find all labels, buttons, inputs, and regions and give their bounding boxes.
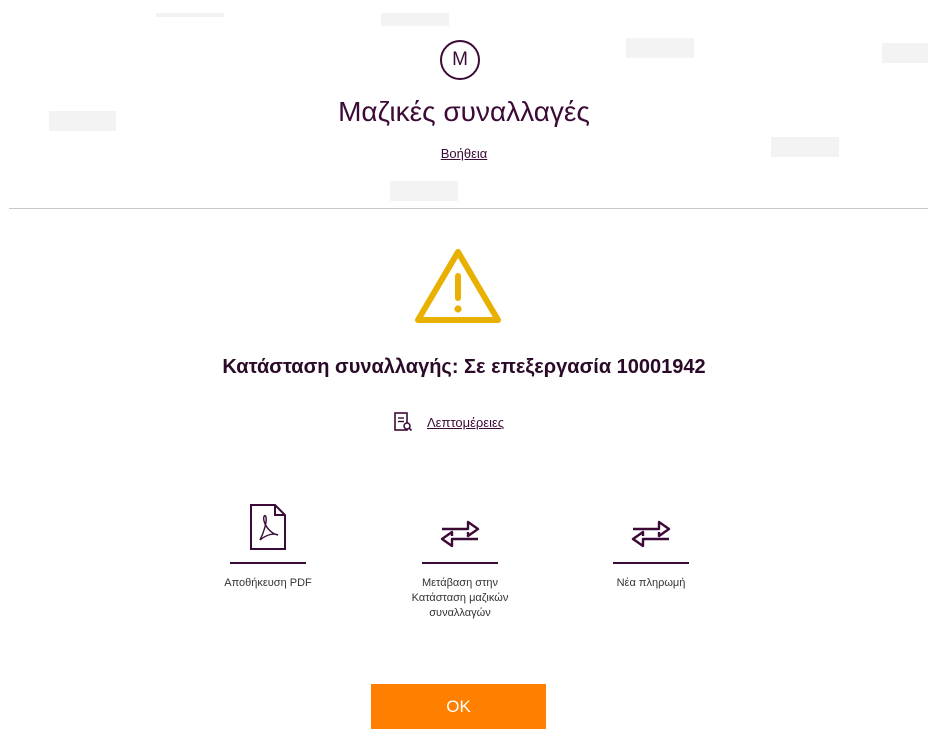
- status-title: Κατάσταση συναλλαγής: Σε επεξεργασία 100…: [222, 356, 706, 378]
- action-underline: [613, 562, 689, 564]
- swap-arrows-icon: [390, 500, 530, 552]
- avatar: M: [440, 40, 480, 80]
- bulk-status-action[interactable]: Μετάβαση στην Κατάσταση μαζικών συναλλαγ…: [390, 500, 530, 621]
- placeholder-block: [390, 181, 458, 201]
- page: M Μαζικές συναλλαγές Βοήθεια Κατάσταση σ…: [0, 0, 928, 729]
- action-underline: [422, 562, 498, 564]
- document-search-icon[interactable]: [393, 411, 413, 433]
- action-underline: [230, 562, 306, 564]
- placeholder-block: [156, 13, 224, 17]
- page-title: Μαζικές συναλλαγές: [338, 96, 590, 127]
- help-link[interactable]: Βοήθεια: [441, 146, 488, 161]
- save-pdf-action[interactable]: Αποθήκευση PDF: [198, 500, 338, 591]
- details-link[interactable]: Λεπτομέρειες: [427, 415, 504, 430]
- action-label: Αποθήκευση PDF: [224, 577, 312, 589]
- ok-button[interactable]: OK: [371, 684, 546, 729]
- placeholder-block: [381, 13, 449, 26]
- action-label: Νέα πληρωμή: [616, 577, 686, 589]
- details-row: Λεπτομέρειες: [393, 410, 504, 434]
- warning-icon: [413, 246, 503, 326]
- swap-arrows-icon: [581, 500, 721, 552]
- action-label: Μετάβαση στην Κατάσταση μαζικών συναλλαγ…: [411, 577, 509, 619]
- divider: [9, 208, 928, 209]
- pdf-document-icon: [198, 500, 338, 552]
- help-link-row: Βοήθεια: [0, 146, 928, 161]
- placeholder-block: [626, 38, 694, 58]
- placeholder-block: [882, 43, 928, 63]
- new-payment-action[interactable]: Νέα πληρωμή: [581, 500, 721, 591]
- avatar-letter: M: [452, 49, 468, 70]
